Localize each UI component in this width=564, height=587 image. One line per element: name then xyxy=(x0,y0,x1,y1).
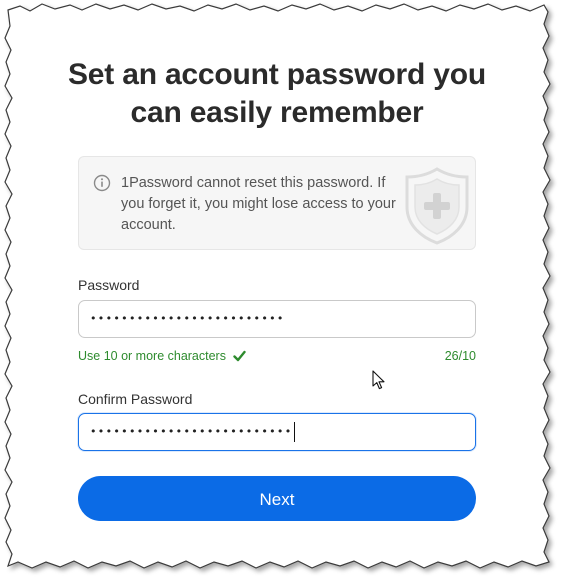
requirement-text: Use 10 or more characters xyxy=(78,349,226,363)
next-button[interactable]: Next xyxy=(78,476,476,521)
title-line-2: can easily remember xyxy=(130,96,424,129)
text-caret xyxy=(294,422,295,442)
notice-text: 1Password cannot reset this password. If… xyxy=(121,175,396,233)
page-title: Set an account password you can easily r… xyxy=(0,56,554,132)
password-requirement: Use 10 or more characters xyxy=(78,349,247,363)
confirm-password-masked-value: •••••••••••••••••••••••••• xyxy=(90,425,293,438)
character-counter: 26/10 xyxy=(444,349,476,363)
checkmark-icon xyxy=(233,350,247,362)
title-line-1: Set an account password you xyxy=(67,58,487,91)
password-input[interactable]: ••••••••••••••••••••••••• xyxy=(78,300,476,338)
shield-plus-icon xyxy=(405,167,469,245)
confirm-password-input[interactable]: •••••••••••••••••••••••••• xyxy=(78,413,476,451)
notice-banner: 1Password cannot reset this password. If… xyxy=(78,156,476,250)
password-masked-value: ••••••••••••••••••••••••• xyxy=(90,312,285,325)
confirm-password-label: Confirm Password xyxy=(78,391,193,407)
password-label: Password xyxy=(78,277,140,293)
info-icon xyxy=(93,174,111,192)
mouse-pointer-icon xyxy=(372,370,385,390)
